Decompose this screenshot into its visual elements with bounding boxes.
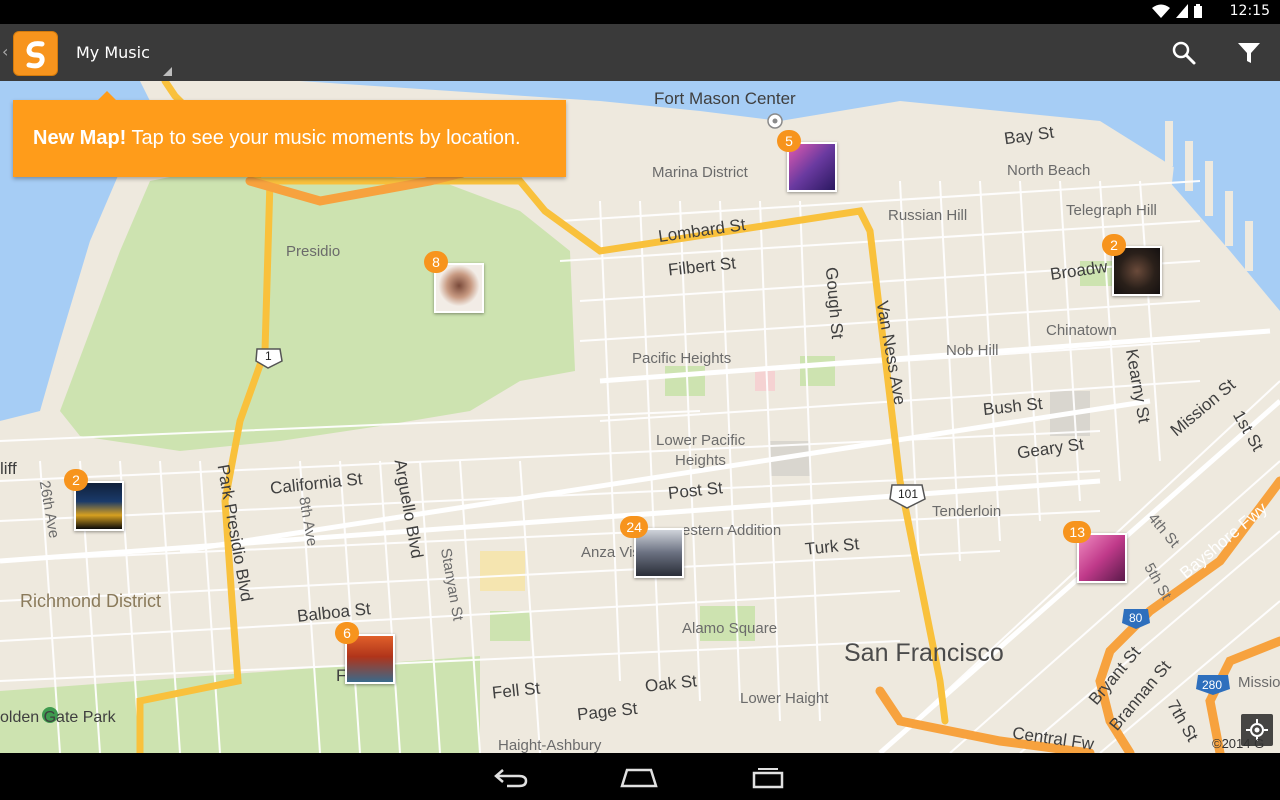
home-button[interactable] [614, 761, 664, 793]
pin-count-badge: 8 [424, 251, 448, 273]
recent-apps-button[interactable] [743, 761, 793, 793]
pin-count-badge: 13 [1063, 521, 1091, 543]
spinner-indicator-icon [163, 67, 172, 76]
map-label: estern Addition [682, 522, 782, 539]
banner-bold-text: New Map! [33, 127, 127, 149]
map-label: Russian Hill [888, 207, 968, 224]
map-view[interactable]: Fort Mason Center Marina District Bay St… [0, 81, 1280, 753]
map-base-layer [0, 81, 1280, 753]
screen: 12:15 ‹ My Music Fort Mason Center Marin… [0, 0, 1280, 800]
map-label: liff [0, 459, 17, 478]
interstate-80-label: 80 [1129, 611, 1143, 625]
pin-count-badge: 6 [335, 622, 359, 644]
status-icons [1152, 4, 1202, 18]
interstate-280-label: 280 [1202, 678, 1223, 692]
wifi-icon [1152, 4, 1170, 18]
recent-apps-icon [752, 768, 784, 789]
map-label: North Beach [1007, 162, 1091, 179]
banner-text: New Map! Tap to see your music moments b… [33, 127, 521, 150]
pin-count-badge: 2 [64, 469, 88, 491]
map-label: Nob Hill [946, 342, 999, 359]
map-label: San Francisco [844, 639, 1004, 667]
action-bar: ‹ My Music [0, 24, 1280, 81]
new-map-banner[interactable]: New Map! Tap to see your music moments b… [13, 91, 566, 177]
signal-icon [1176, 4, 1188, 18]
back-button[interactable] [486, 761, 536, 793]
navigation-bar [0, 753, 1280, 800]
pin-count-badge: 24 [620, 516, 648, 538]
pin-count-badge: 5 [777, 130, 801, 152]
map-label: Alamo Square [682, 620, 778, 637]
map-copyright: ©2014 G [1212, 736, 1265, 751]
map-label: Pacific Heights [632, 350, 732, 367]
map-label: Haight-Ashbury [498, 737, 602, 753]
filter-button[interactable] [1229, 34, 1269, 72]
filter-icon [1238, 43, 1260, 63]
status-bar: 12:15 [0, 0, 1280, 24]
search-button[interactable] [1164, 34, 1204, 72]
map-label: Anza Vis [581, 544, 640, 561]
title-spinner[interactable]: My Music [66, 24, 176, 81]
back-icon [494, 769, 528, 788]
up-caret-icon[interactable]: ‹ [2, 42, 8, 61]
map-label: Marina District [652, 164, 748, 181]
map-label: Chinatown [1046, 322, 1117, 339]
clock: 12:15 [1229, 3, 1270, 19]
map-label: Presidio [286, 243, 341, 260]
map-label: Heights [675, 452, 726, 469]
map-label: olden Gate Park [0, 709, 116, 726]
battery-icon [1194, 4, 1202, 18]
soundhound-logo-icon[interactable] [13, 31, 58, 76]
map-label: Telegraph Hill [1066, 202, 1157, 219]
banner-body-text: Tap to see your music moments by locatio… [126, 127, 521, 149]
pin-count-badge: 2 [1102, 234, 1126, 256]
map-label: Lower Pacific [656, 432, 746, 449]
map-label: Tenderloin [932, 503, 1002, 520]
map-label: Richmond District [20, 591, 162, 611]
map-label: Missio [1238, 674, 1280, 691]
map-label: Lower Haight [740, 690, 829, 707]
map-label: Fort Mason Center [654, 89, 796, 108]
home-icon [620, 768, 658, 788]
search-icon [1172, 41, 1196, 65]
highway-101-label: 101 [898, 487, 919, 501]
page-title: My Music [76, 43, 150, 62]
highway-1-label: 1 [265, 349, 272, 363]
banner-pointer [98, 91, 116, 100]
